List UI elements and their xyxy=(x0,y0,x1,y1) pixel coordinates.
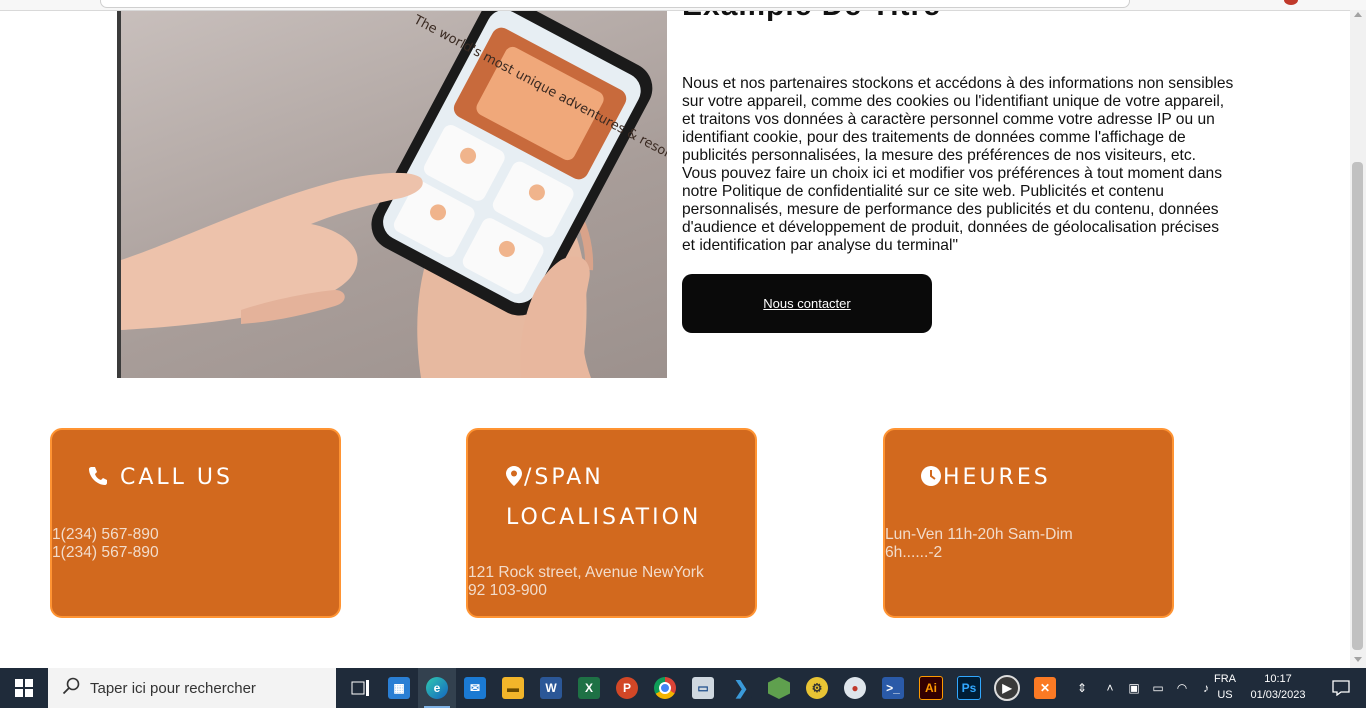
hours-line: Lun-Ven 11h-20h Sam-Dim xyxy=(885,526,1073,543)
call-us-card: Call us 1(234) 567-890 1(234) 567-890 xyxy=(50,428,341,618)
hero-paragraph: Nous et nos partenaires stockons et accé… xyxy=(682,75,1234,254)
chevron-up-icon[interactable]: ˄ xyxy=(1098,668,1122,708)
photoshop-icon[interactable]: Ps xyxy=(950,668,988,708)
system-tray: ⇕ ˄ ▣ ▭ ◠ ♪ xyxy=(1070,668,1218,708)
chrome-icon[interactable] xyxy=(646,668,684,708)
pinned-apps: ▦ e ✉ ▬ W X P ▭ ❯ ⚙ ● >_ Ai Ps ▶ ✕ xyxy=(342,668,1064,708)
browser-top-bar xyxy=(0,0,1366,11)
location-pin-icon xyxy=(506,461,522,499)
contact-button[interactable]: Nous contacter xyxy=(682,274,932,333)
language-indicator[interactable]: FRA US xyxy=(1208,671,1242,703)
card-title-text: Heures xyxy=(943,465,1051,490)
vs-code-icon[interactable]: ❯ xyxy=(722,668,760,708)
file-explorer-icon[interactable]: ▬ xyxy=(494,668,532,708)
illustrator-icon[interactable]: Ai xyxy=(912,668,950,708)
phone-icon xyxy=(88,461,108,499)
word-icon[interactable]: W xyxy=(532,668,570,708)
hand-phone-illustration: The world's most unique adventures & res… xyxy=(121,11,667,378)
search-placeholder: Taper ici pour rechercher xyxy=(90,679,256,697)
notification-center-button[interactable] xyxy=(1322,668,1360,708)
card-text: Lun-Ven 11h-20h Sam-Dim 6h......-2 xyxy=(885,526,1145,562)
powershell-icon[interactable]: >_ xyxy=(874,668,912,708)
card-title: Call us xyxy=(88,459,328,499)
xampp-icon[interactable]: ✕ xyxy=(1026,668,1064,708)
hero-image: The world's most unique adventures & res… xyxy=(117,11,667,378)
wifi-icon[interactable]: ◠ xyxy=(1170,668,1194,708)
address-bar[interactable] xyxy=(100,0,1130,8)
card-title: /span Localisation xyxy=(506,459,756,537)
card-title-text: Call us xyxy=(120,465,233,490)
phone-number: 1(234) 567-890 xyxy=(52,526,159,543)
taskbar-search[interactable]: Taper ici pour rechercher xyxy=(48,668,336,708)
windows-logo-icon xyxy=(15,679,33,697)
device-icon[interactable]: ▣ xyxy=(1122,668,1146,708)
task-view-icon[interactable] xyxy=(342,668,380,708)
microsoft-store-icon[interactable]: ▦ xyxy=(380,668,418,708)
edge-icon[interactable]: e xyxy=(418,668,456,708)
powerpoint-icon[interactable]: P xyxy=(608,668,646,708)
postal-line: 92 103-900 xyxy=(468,582,547,599)
media-player-icon[interactable]: ▶ xyxy=(988,668,1026,708)
scroll-down-arrow-icon[interactable] xyxy=(1354,657,1362,662)
scroll-thumb[interactable] xyxy=(1352,162,1363,650)
location-card: /span Localisation 121 Rock street, Aven… xyxy=(466,428,757,618)
clock-time: 10:17 xyxy=(1264,673,1292,685)
windows-taskbar: Taper ici pour rechercher ▦ e ✉ ▬ W X P … xyxy=(0,668,1366,708)
hours-card: Heures Lun-Ven 11h-20h Sam-Dim 6h......-… xyxy=(883,428,1174,618)
card-text: 121 Rock street, Avenue NewYork 92 103-9… xyxy=(468,564,728,600)
node-icon[interactable] xyxy=(760,668,798,708)
page-content: The world's most unique adventures & res… xyxy=(0,11,1350,668)
card-text: 1(234) 567-890 1(234) 567-890 xyxy=(52,526,312,562)
language-primary: FRA xyxy=(1214,673,1236,685)
cyclist-app-icon[interactable]: ⚙ xyxy=(798,668,836,708)
excel-icon[interactable]: X xyxy=(570,668,608,708)
profile-avatar[interactable] xyxy=(1284,0,1298,5)
phone-number: 1(234) 567-890 xyxy=(52,544,159,561)
paint-icon[interactable]: ● xyxy=(836,668,874,708)
search-icon xyxy=(62,677,80,699)
hours-line: 6h......-2 xyxy=(885,544,943,561)
taskbar-clock[interactable]: 10:17 01/03/2023 xyxy=(1240,671,1316,703)
battery-icon[interactable]: ▭ xyxy=(1146,668,1170,708)
clock-date: 01/03/2023 xyxy=(1250,689,1306,701)
card-title-text: /span Localisation xyxy=(506,465,702,530)
remote-desktop-icon[interactable]: ▭ xyxy=(684,668,722,708)
card-title: Heures xyxy=(921,459,1161,499)
start-button[interactable] xyxy=(0,668,48,708)
mail-icon[interactable]: ✉ xyxy=(456,668,494,708)
vertical-scrollbar[interactable] xyxy=(1350,10,1366,668)
scroll-taskbar-icon[interactable]: ⇕ xyxy=(1070,668,1094,708)
address-line: 121 Rock street, Avenue NewYork xyxy=(468,564,704,581)
clock-icon xyxy=(921,461,941,499)
language-secondary: US xyxy=(1217,689,1233,701)
notification-icon xyxy=(1332,680,1350,696)
scroll-up-arrow-icon[interactable] xyxy=(1354,12,1362,17)
hero-title: Example De Titre xyxy=(682,11,941,23)
